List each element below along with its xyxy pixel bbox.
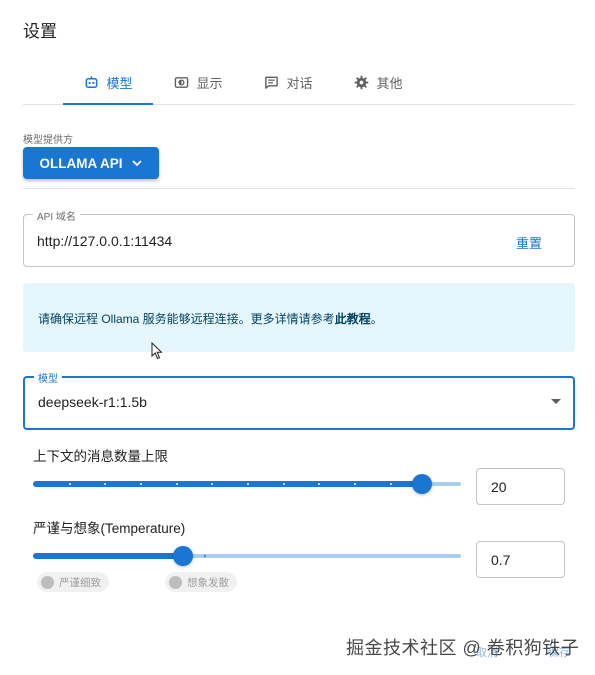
- tab-chat[interactable]: 对话: [243, 62, 333, 102]
- slider-thumb[interactable]: [173, 546, 193, 566]
- slider-mark: [283, 483, 285, 485]
- slider-thumb[interactable]: [412, 474, 432, 494]
- provider-label: 模型提供方: [23, 135, 73, 146]
- precise-icon: [41, 575, 54, 589]
- context-limit-label: 上下文的消息数量上限: [33, 449, 168, 464]
- alert-message: 请确保远程 Ollama 服务能够远程连接。更多详情请参考此教程。: [38, 310, 383, 327]
- dropdown-arrow-icon: [551, 399, 561, 404]
- robot-icon: [83, 74, 99, 90]
- slider-track: [33, 481, 422, 487]
- api-host-label: API 域名: [33, 208, 80, 223]
- model-select[interactable]: 模型 deepseek-r1:1.5b: [23, 370, 575, 430]
- context-limit-value: 20: [491, 479, 507, 495]
- context-limit-slider[interactable]: [33, 473, 461, 494]
- dialog-title: 设置: [23, 22, 57, 41]
- creative-icon: [169, 575, 182, 589]
- slider-mark: [211, 483, 213, 485]
- chip-precise-label: 严谨细致: [59, 576, 101, 589]
- temperature-label: 严谨与想象(Temperature): [33, 521, 186, 536]
- reset-button[interactable]: 重置: [516, 233, 542, 252]
- info-alert: 请确保远程 Ollama 服务能够远程连接。更多详情请参考此教程。: [23, 283, 575, 352]
- slider-mark: [354, 483, 356, 485]
- temperature-value: 0.7: [491, 552, 511, 568]
- slider-mark: [176, 483, 178, 485]
- slider-mark: [104, 483, 106, 485]
- slider-mark: [204, 555, 206, 557]
- context-limit-input[interactable]: 20: [476, 468, 565, 505]
- settings-dialog: 设置 模型 显示 对话 其他 模型提供方 OLLAMA API API 域名 h…: [0, 0, 595, 675]
- provider-select-button[interactable]: OLLAMA API: [23, 147, 159, 179]
- display-icon: [173, 74, 189, 90]
- provider-value: OLLAMA API: [39, 155, 123, 171]
- slider-mark: [390, 483, 392, 485]
- tab-model-label: 模型: [106, 75, 133, 91]
- model-value: deepseek-r1:1.5b: [38, 394, 147, 410]
- slider-mark: [318, 483, 320, 485]
- alert-suffix: 。: [370, 312, 383, 326]
- chip-creative-label: 想象发散: [187, 576, 229, 589]
- tab-display-label: 显示: [196, 75, 223, 91]
- gear-icon: [353, 74, 369, 90]
- temperature-slider[interactable]: [33, 545, 461, 566]
- tab-chat-label: 对话: [286, 75, 313, 91]
- chevron-down-icon: [131, 157, 143, 169]
- slider-track: [33, 553, 183, 559]
- chip-creative: 想象发散: [165, 572, 237, 592]
- slider-mark: [140, 483, 142, 485]
- tab-other[interactable]: 其他: [333, 62, 423, 102]
- watermark: 掘金技术社区 @ 卷积狗铁子: [346, 638, 580, 658]
- slider-mark: [69, 483, 71, 485]
- tab-other-label: 其他: [376, 75, 403, 91]
- tutorial-link[interactable]: 此教程: [335, 312, 371, 326]
- settings-tabs: 模型 显示 对话 其他: [23, 62, 575, 105]
- chat-icon: [263, 74, 279, 90]
- slider-mark: [247, 483, 249, 485]
- tab-display[interactable]: 显示: [153, 62, 243, 102]
- api-host-value[interactable]: http://127.0.0.1:11434: [37, 233, 172, 249]
- alert-text: 请确保远程 Ollama 服务能够远程连接。更多详情请参考: [38, 312, 335, 326]
- section-divider: [23, 188, 575, 189]
- chip-precise: 严谨细致: [37, 572, 109, 592]
- model-label: 模型: [34, 370, 62, 385]
- tab-model[interactable]: 模型: [63, 62, 153, 102]
- mouse-cursor-icon: [151, 342, 163, 360]
- api-host-field[interactable]: API 域名 http://127.0.0.1:11434 重置: [23, 208, 575, 267]
- slider-mark: [425, 483, 427, 485]
- active-tab-indicator: [63, 103, 153, 105]
- temperature-input[interactable]: 0.7: [476, 541, 565, 578]
